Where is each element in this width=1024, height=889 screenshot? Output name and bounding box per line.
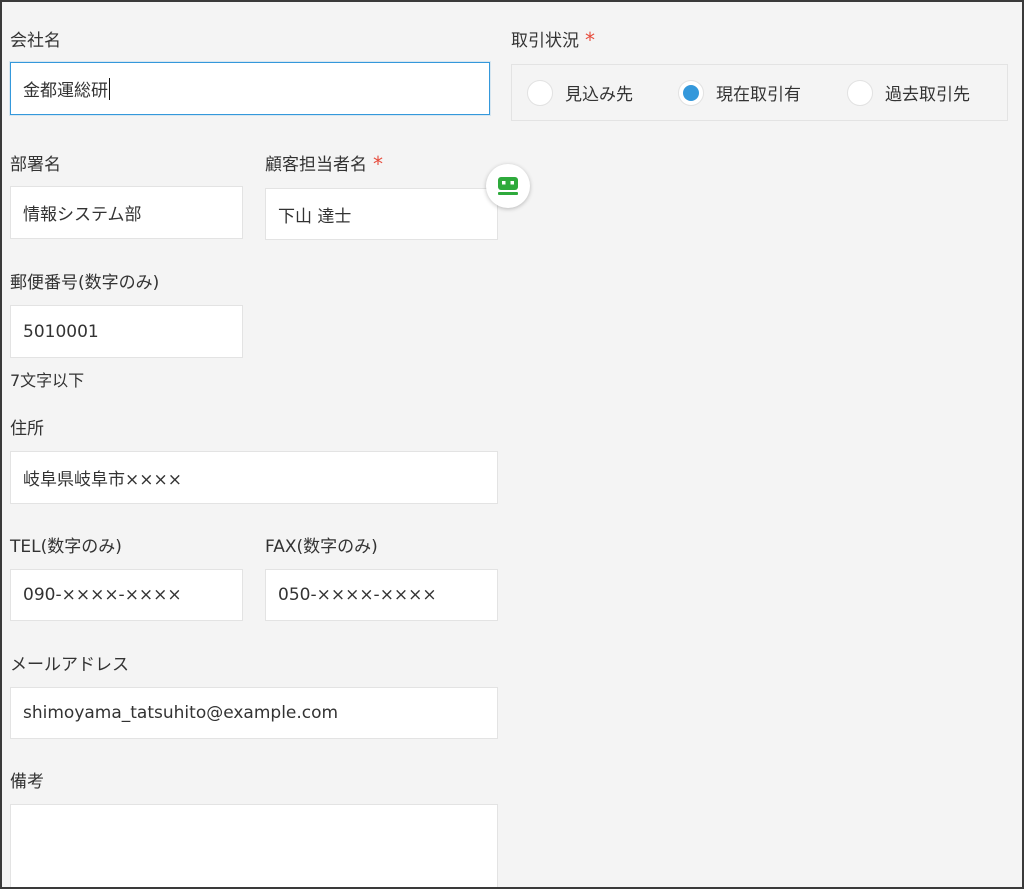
radio-dot xyxy=(683,84,699,101)
postal-value: 5010001 xyxy=(23,321,99,342)
status-option-label: 現在取引有 xyxy=(716,85,801,105)
email-value: shimoyama_tatsuhito@example.com xyxy=(23,703,339,723)
department-label: 部署名 xyxy=(10,155,61,175)
contact-value: 下山 達士 xyxy=(278,206,352,227)
contact-label: 顧客担当者名 * xyxy=(265,152,383,176)
status-label: 取引状況 * xyxy=(511,28,595,52)
company-input[interactable]: 金都運総研 xyxy=(10,62,490,115)
fax-label: FAX(数字のみ) xyxy=(265,537,378,557)
tel-input[interactable]: 090-××××-×××× xyxy=(10,569,243,621)
required-mark: * xyxy=(585,28,595,52)
radio-unchecked[interactable] xyxy=(847,79,873,106)
address-input[interactable]: 岐阜県岐阜市×××× xyxy=(10,451,498,504)
status-option-current[interactable]: 現在取引有 xyxy=(678,65,801,120)
fax-input[interactable]: 050-××××-×××× xyxy=(265,569,498,621)
company-label: 会社名 xyxy=(10,31,61,51)
fax-value: 050-××××-×××× xyxy=(278,585,437,605)
required-mark: * xyxy=(373,152,383,176)
record-form: 会社名 金都運総研 取引状況 * 見込み先 現在取引有 過去取引先 部署名 情報シ… xyxy=(0,0,1024,889)
tel-value: 090-××××-×××× xyxy=(23,585,182,605)
department-value: 情報システム部 xyxy=(23,205,142,225)
text-caret xyxy=(109,77,110,100)
address-value: 岐阜県岐阜市×××× xyxy=(23,470,182,490)
contact-input[interactable]: 下山 達士 xyxy=(265,188,498,240)
address-label: 住所 xyxy=(10,419,44,439)
company-value: 金都運総研 xyxy=(23,81,108,101)
status-option-past[interactable]: 過去取引先 xyxy=(847,65,970,120)
assistant-button[interactable] xyxy=(486,164,530,208)
email-label: メールアドレス xyxy=(10,655,129,675)
email-input[interactable]: shimoyama_tatsuhito@example.com xyxy=(10,687,498,739)
radio-unchecked[interactable] xyxy=(527,79,553,106)
notes-label: 備考 xyxy=(10,772,44,792)
radio-checked[interactable] xyxy=(678,79,704,106)
notes-textarea[interactable] xyxy=(10,804,498,887)
status-option-label: 見込み先 xyxy=(565,85,633,105)
postal-input[interactable]: 5010001 xyxy=(10,305,243,358)
tel-label: TEL(数字のみ) xyxy=(10,537,122,557)
department-input[interactable]: 情報システム部 xyxy=(10,186,243,239)
status-option-prospect[interactable]: 見込み先 xyxy=(527,65,633,120)
status-radio-group: 見込み先 現在取引有 過去取引先 xyxy=(511,64,1008,121)
status-option-label: 過去取引先 xyxy=(885,85,970,105)
postal-label: 郵便番号(数字のみ) xyxy=(10,273,160,293)
postal-hint: 7文字以下 xyxy=(10,371,85,390)
robot-icon xyxy=(498,177,518,195)
